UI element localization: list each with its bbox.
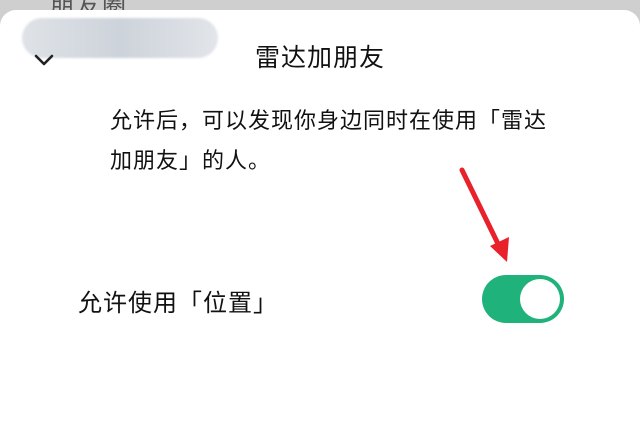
sheet-title: 雷达加朋友 [254, 43, 385, 72]
toggle-knob [520, 279, 560, 319]
location-permission-row: 允许使用「位置」 [0, 265, 640, 335]
radar-add-friends-sheet: 雷达加朋友 允许后，可以发现你身边同时在使用「雷达加朋友」的人。 允许使用「位置… [0, 10, 640, 445]
sheet-description: 允许后，可以发现你身边同时在使用「雷达加朋友」的人。 [110, 109, 548, 174]
location-permission-toggle[interactable] [482, 275, 564, 323]
location-permission-label: 允许使用「位置」 [78, 289, 278, 317]
